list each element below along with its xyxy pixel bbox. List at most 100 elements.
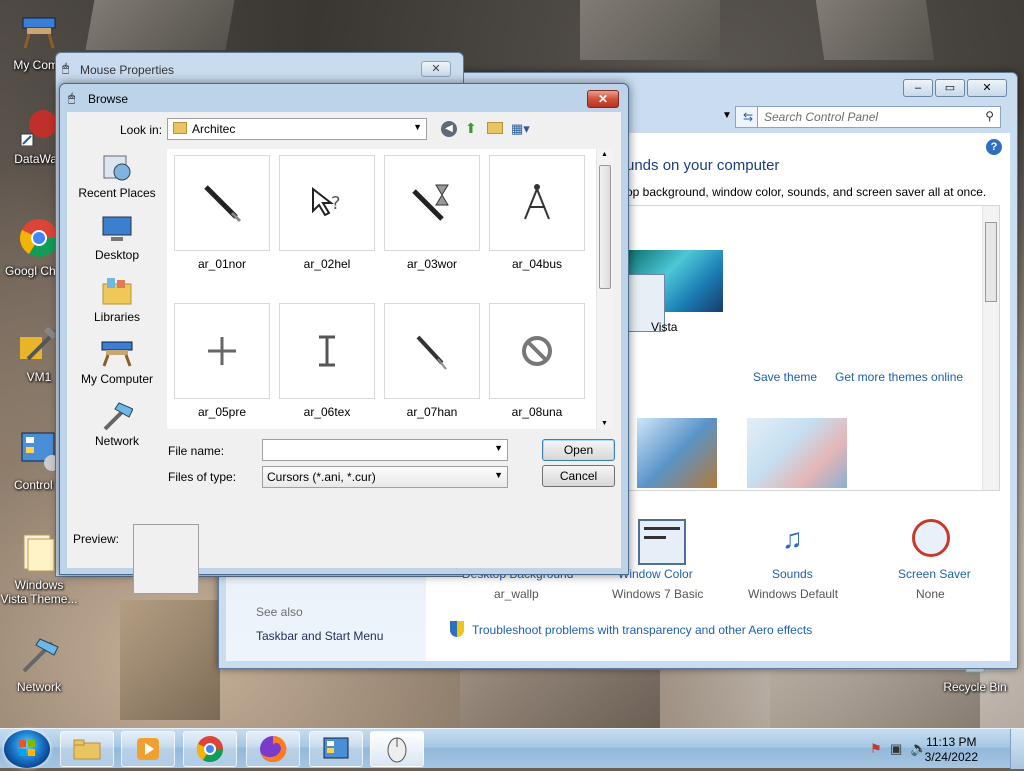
vista-theme-thumbnail[interactable] [627,250,723,332]
place-desktop[interactable]: Desktop [73,212,161,272]
working-cursor-icon [412,184,449,221]
start-button[interactable] [4,730,50,768]
back-icon[interactable]: ◀ [441,121,457,137]
file-tile[interactable]: ar_07han [384,303,480,423]
cancel-button[interactable]: Cancel [542,465,615,487]
place-my-computer[interactable]: My Computer [73,336,161,396]
file-tile[interactable]: ar_03wor [384,155,480,275]
get-more-themes-link[interactable]: Get more themes online [835,370,963,384]
action-center-icon[interactable]: ⚑ [870,741,882,757]
maximize-button[interactable]: ▭ [935,79,965,97]
file-tile[interactable]: ar_04bus [489,155,585,275]
see-also-heading: See also [256,605,303,619]
screen-saver-value: None [916,587,945,601]
scrollbar-thumb[interactable] [599,165,611,289]
network-status-icon[interactable]: ▣ [890,741,902,757]
clock-time: 11:13 PM [926,735,977,749]
file-tile[interactable]: ar_05pre [174,303,270,423]
windows-logo-icon [19,740,35,756]
place-network[interactable]: Network [73,398,161,458]
new-folder-icon[interactable] [487,122,503,134]
clock-date: 3/24/2022 [924,750,978,764]
theme-list[interactable]: Vista Save theme Get more themes online [626,205,1000,491]
sounds-value: Windows Default [748,587,839,601]
file-tile[interactable]: ar_08una [489,303,585,423]
close-button[interactable]: ✕ [421,61,451,77]
taskbar-control-panel-button[interactable] [309,731,363,767]
place-libraries[interactable]: Libraries [73,274,161,334]
tools-icon [20,327,58,361]
chevron-down-icon: ▼ [494,470,503,480]
file-name-input[interactable]: ▼ [262,439,508,461]
window-color-link[interactable]: Window Color [618,567,693,581]
crosshair-cursor-icon [208,337,236,365]
screen-saver-icon [912,519,950,557]
chrome-icon [20,219,58,257]
taskbar-chrome-button[interactable] [183,731,237,767]
theme-thumbnail[interactable] [747,418,847,488]
folder-icon [173,122,187,134]
files-of-type-dropdown[interactable]: Cursors (*.ani, *.cur) ▼ [262,466,508,488]
screen-saver-link[interactable]: Screen Saver [898,567,971,581]
files-of-type-label: Files of type: [168,470,237,484]
show-desktop-button[interactable] [1010,729,1024,769]
address-dropdown-arrow[interactable]: ▼ [722,110,732,121]
taskbar: ⚑ ▣ 🔈 11:13 PM 3/24/2022 [0,728,1024,769]
chevron-down-icon[interactable]: ▼ [494,443,503,453]
file-list[interactable]: ar_01nor ? ar_02hel ar_03wor ar_04bus ar… [166,148,614,430]
close-button[interactable]: ✕ [587,90,619,108]
place-recent-places[interactable]: Recent Places [73,150,161,210]
taskbar-mouse-properties-button[interactable] [370,731,424,767]
computer-icon [22,17,56,49]
save-theme-link[interactable]: Save theme [753,370,817,384]
text-cursor-icon [319,335,335,367]
desktop-icon-network[interactable]: Network [0,632,78,694]
minimize-button[interactable]: – [903,79,933,97]
file-tile[interactable]: ? ar_02hel [279,155,375,275]
troubleshoot-link[interactable]: Troubleshoot problems with transparency … [472,623,812,637]
help-cursor-icon: ? [312,186,341,217]
taskbar-start-menu-link[interactable]: Taskbar and Start Menu [256,629,383,643]
pen-cursor-icon [416,335,447,370]
window-title: Mouse Properties [80,63,175,77]
folder-icon [73,739,101,760]
search-input[interactable]: Search Control Panel ⚲ [757,106,1001,128]
chrome-icon [196,736,224,763]
libraries-icon [102,278,132,305]
look-in-dropdown[interactable]: Architec ▼ [167,118,427,140]
up-folder-icon[interactable]: ⬆ [465,120,477,137]
shield-icon [450,621,464,637]
desktop-icon [102,216,132,241]
search-icon: ⚲ [985,109,994,123]
open-button[interactable]: Open [542,439,615,461]
pencil-cursor-icon [204,185,242,223]
file-list-scrollbar[interactable]: ▲ ▼ [596,149,613,429]
network-icon [103,402,133,431]
browse-dialog: 🖱 Browse ✕ Look in: Architec ▼ ◀ ⬆ ▦▾ Re… [59,83,629,594]
sounds-link[interactable]: Sounds [772,567,813,581]
help-icon[interactable]: ? [986,139,1002,155]
clock[interactable]: 11:13 PM 3/24/2022 [925,735,978,765]
control-panel-icon [323,737,349,759]
folder-icon [23,534,55,572]
look-in-label: Look in: [120,123,163,137]
network-icon [22,638,59,673]
window-color-icon [638,519,686,565]
close-button[interactable]: ✕ [967,79,1007,97]
mouse-icon [387,737,407,763]
file-tile[interactable]: ar_01nor [174,155,270,275]
file-tile[interactable]: ar_06tex [279,303,375,423]
firefox-icon [260,735,287,762]
taskbar-explorer-button[interactable] [60,731,114,767]
window-color-value: Windows 7 Basic [612,587,704,601]
taskbar-firefox-button[interactable] [246,731,300,767]
file-name-label: File name: [168,444,225,458]
taskbar-media-player-button[interactable] [121,731,175,767]
scrollbar[interactable] [982,206,999,490]
view-menu-icon[interactable]: ▦▾ [511,121,530,137]
page-subheading: op background, window color, sounds, and… [626,185,987,199]
page-heading: unds on your computer [626,157,780,174]
theme-thumbnail[interactable] [637,418,717,488]
preview-box [133,524,199,594]
places-bar: Recent Places Desktop Libraries My Compu… [73,148,161,458]
